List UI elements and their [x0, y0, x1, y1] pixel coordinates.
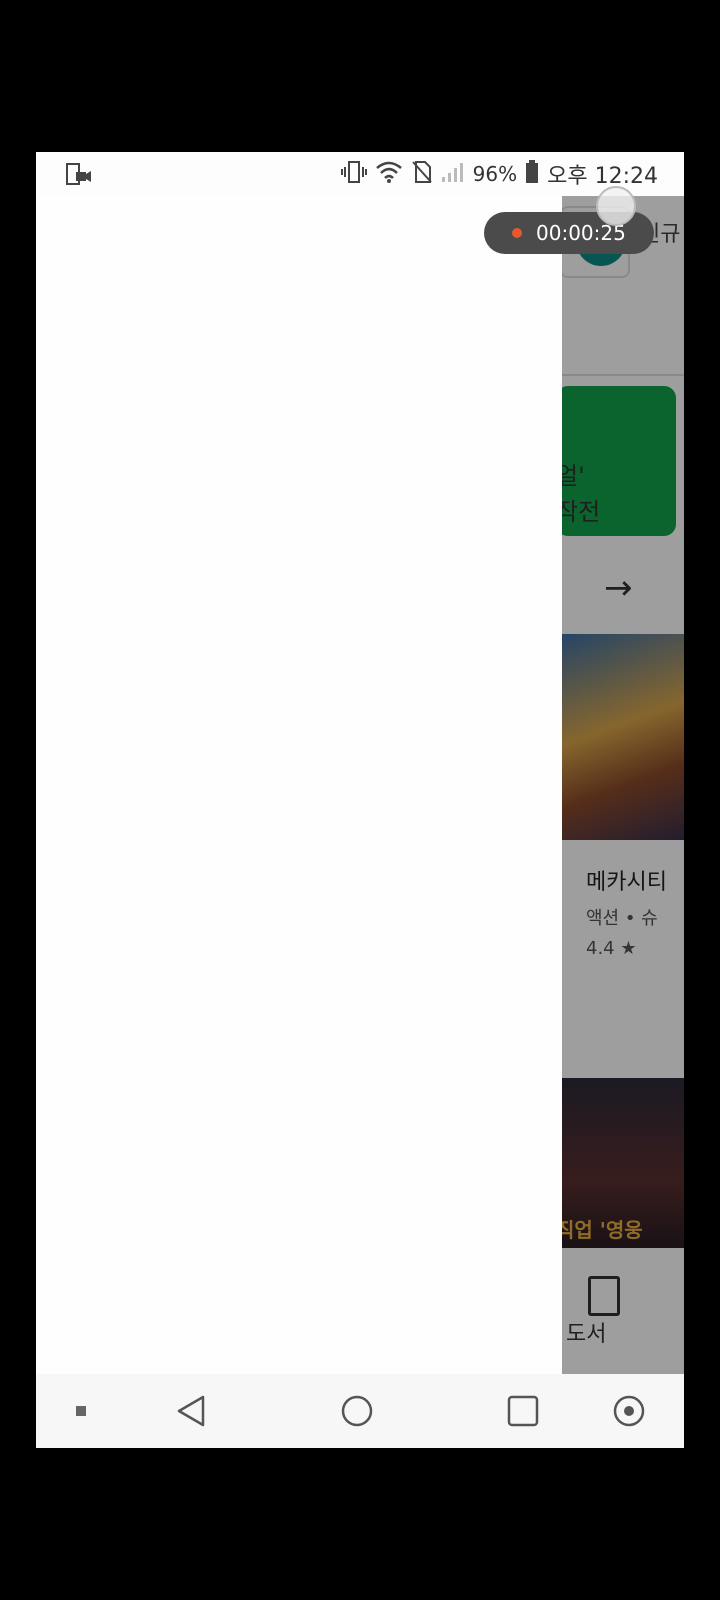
navigation-drawer: [36, 196, 562, 1374]
wifi-icon: [375, 160, 403, 189]
screen-record-icon: [66, 162, 92, 191]
assistant-icon[interactable]: [604, 1374, 654, 1448]
phone-screen: 96% 오후 12:24 즈 신규 얼' 작전 → 메카시티 액션 • 슈 4.…: [36, 152, 684, 1448]
no-sim-icon: [411, 160, 433, 189]
home-icon[interactable]: [332, 1374, 382, 1448]
clock: 오후 12:24: [547, 164, 658, 189]
recents-icon[interactable]: [498, 1374, 548, 1448]
record-dot-icon: [512, 228, 522, 238]
vibrate-icon: [340, 160, 367, 189]
battery-icon: [525, 159, 539, 189]
signal-icon: [441, 161, 465, 188]
back-icon[interactable]: [166, 1374, 216, 1448]
battery-percent: 96%: [472, 162, 518, 186]
status-bar: 96% 오후 12:24: [36, 152, 684, 196]
nav-dot-icon[interactable]: [66, 1374, 96, 1448]
system-nav-bar: [36, 1374, 684, 1448]
touch-indicator: [596, 186, 636, 226]
